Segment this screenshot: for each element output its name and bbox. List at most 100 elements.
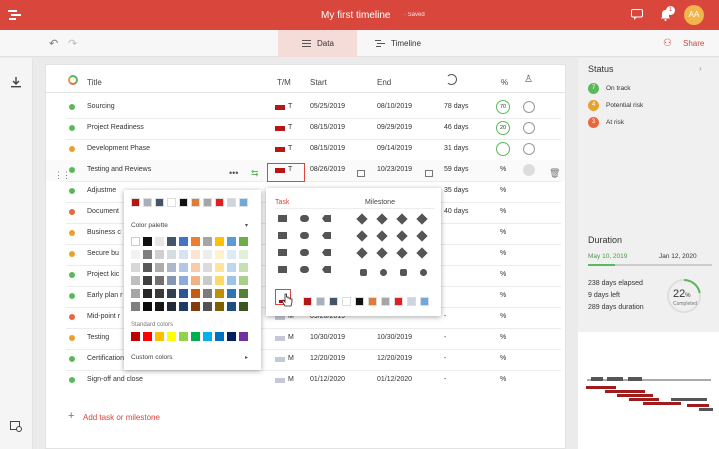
color-swatch[interactable] <box>239 289 248 298</box>
drag-handle-icon[interactable]: ⋮⋮ <box>54 170 71 181</box>
milestone-shape[interactable] <box>400 269 407 276</box>
add-icon[interactable]: + <box>68 410 74 422</box>
row-type[interactable]: M <box>288 355 294 362</box>
row-title[interactable]: Sign-off and close <box>87 376 143 383</box>
color-swatch[interactable] <box>179 250 188 259</box>
color-swatch[interactable] <box>203 302 212 311</box>
row-title[interactable]: Development Phase <box>87 145 150 152</box>
calendar-icon-start[interactable] <box>357 170 365 177</box>
tm-color-flag[interactable] <box>275 336 285 341</box>
color-swatch[interactable] <box>203 263 212 272</box>
row-title[interactable]: Sourcing <box>87 103 115 110</box>
color-swatch[interactable] <box>191 289 200 298</box>
color-swatch[interactable] <box>191 250 200 259</box>
status-dot[interactable] <box>69 125 75 131</box>
row-title[interactable]: Certification <box>87 355 124 362</box>
color-swatch[interactable] <box>407 297 416 306</box>
panel-chevron-right-icon[interactable]: › <box>699 64 702 73</box>
status-dot[interactable] <box>69 377 75 383</box>
color-swatch[interactable] <box>131 263 140 272</box>
color-swatch[interactable] <box>179 237 188 246</box>
row-title[interactable]: Secure bu <box>87 250 119 257</box>
color-swatch[interactable] <box>420 297 429 306</box>
custom-colors-button[interactable]: Custom colors <box>131 354 173 361</box>
tm-color-flag[interactable] <box>275 378 285 383</box>
tm-color-flag[interactable] <box>275 147 285 152</box>
color-swatch[interactable] <box>131 198 140 207</box>
color-swatch[interactable] <box>191 237 200 246</box>
color-swatch[interactable] <box>167 302 176 311</box>
chevron-down-icon[interactable]: ▾ <box>245 222 248 229</box>
color-swatch[interactable] <box>203 250 212 259</box>
color-swatch[interactable] <box>179 276 188 285</box>
color-swatch[interactable] <box>155 250 164 259</box>
color-swatch[interactable] <box>227 198 236 207</box>
color-swatch[interactable] <box>131 250 140 259</box>
status-dot[interactable] <box>69 293 75 299</box>
status-dot[interactable] <box>69 146 75 152</box>
row-end-date[interactable]: 09/29/2019 <box>377 124 412 131</box>
row-start-date[interactable]: 01/12/2020 <box>310 376 345 383</box>
color-swatch[interactable] <box>355 297 364 306</box>
color-swatch[interactable] <box>167 332 176 341</box>
milestone-shapes-label[interactable]: Milestone <box>365 199 395 206</box>
status-dot[interactable] <box>69 251 75 257</box>
milestone-shape[interactable] <box>380 269 387 276</box>
color-swatch[interactable] <box>131 276 140 285</box>
color-swatch[interactable] <box>215 250 224 259</box>
row-type[interactable]: T <box>288 103 292 110</box>
milestone-shape[interactable] <box>396 213 408 225</box>
redo-icon[interactable]: ↷ <box>68 37 77 50</box>
row-title[interactable]: Adjustme <box>87 187 116 194</box>
task-shape[interactable] <box>300 232 309 239</box>
task-shape[interactable] <box>278 232 287 239</box>
task-shape[interactable] <box>278 215 287 222</box>
header-title[interactable]: Title <box>87 78 102 87</box>
milestone-shape[interactable] <box>360 269 367 276</box>
row-start-date[interactable]: 10/30/2019 <box>310 334 345 341</box>
color-swatch[interactable] <box>143 332 152 341</box>
color-swatch[interactable] <box>131 289 140 298</box>
row-end-date[interactable]: 09/14/2019 <box>377 145 412 152</box>
status-dot[interactable] <box>69 272 75 278</box>
task-shape[interactable] <box>322 215 331 222</box>
color-swatch[interactable] <box>227 263 236 272</box>
color-swatch[interactable] <box>167 250 176 259</box>
milestone-shape[interactable] <box>416 247 428 259</box>
app-logo-icon[interactable] <box>8 9 22 21</box>
color-swatch[interactable] <box>143 250 152 259</box>
color-swatch[interactable] <box>203 276 212 285</box>
color-swatch[interactable] <box>143 276 152 285</box>
color-swatch[interactable] <box>179 302 188 311</box>
color-swatch[interactable] <box>155 198 164 207</box>
row-type[interactable]: M <box>288 376 294 383</box>
row-title[interactable]: Testing and Reviews <box>87 166 151 173</box>
milestone-shape[interactable] <box>416 213 428 225</box>
row-progress-circle[interactable]: 20 <box>496 121 510 135</box>
tab-timeline[interactable]: Timeline <box>371 30 431 57</box>
row-title[interactable]: Project Readiness <box>87 124 144 131</box>
color-swatch[interactable] <box>215 302 224 311</box>
row-start-date[interactable]: 08/26/2019 <box>310 166 345 173</box>
chevron-right-icon[interactable]: ▸ <box>245 354 248 361</box>
color-swatch[interactable] <box>239 237 248 246</box>
indent-icon[interactable]: ⇆ <box>251 168 259 179</box>
color-swatch[interactable] <box>167 263 176 272</box>
row-title[interactable]: Document <box>87 208 119 215</box>
color-swatch[interactable] <box>227 237 236 246</box>
task-shape[interactable] <box>322 249 331 256</box>
task-shape[interactable] <box>300 266 309 273</box>
color-palette-label[interactable]: Color palette <box>131 222 168 229</box>
color-swatch[interactable] <box>155 332 164 341</box>
color-swatch[interactable] <box>143 263 152 272</box>
avatar[interactable]: AA <box>684 5 704 25</box>
color-swatch[interactable] <box>227 289 236 298</box>
color-swatch[interactable] <box>239 332 248 341</box>
row-type[interactable]: M <box>288 334 294 341</box>
milestone-shape[interactable] <box>376 230 388 242</box>
milestone-shape[interactable] <box>396 230 408 242</box>
color-swatch[interactable] <box>191 263 200 272</box>
row-end-date[interactable]: 10/30/2019 <box>377 334 412 341</box>
task-shape[interactable] <box>322 232 331 239</box>
color-swatch[interactable] <box>215 276 224 285</box>
